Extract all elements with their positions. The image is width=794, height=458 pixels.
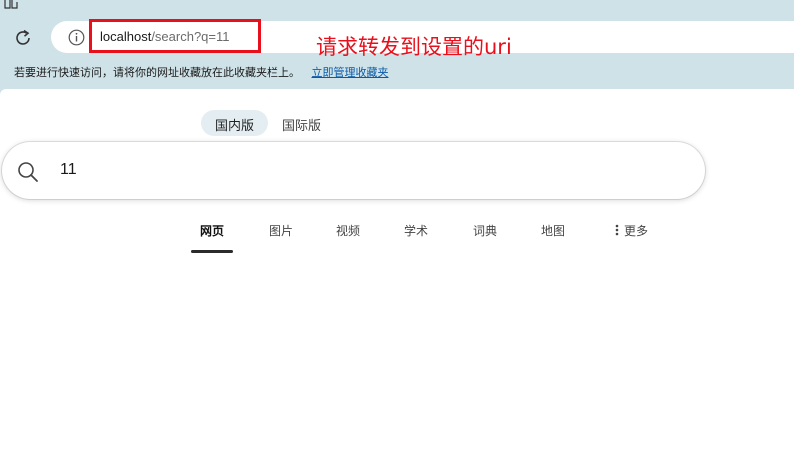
refresh-icon bbox=[16, 29, 30, 45]
tab-academic[interactable]: 学术 bbox=[404, 222, 428, 239]
favorites-bar: 若要进行快速访问，请将你的网址收藏放在此收藏夹栏上。 立即管理收藏夹 bbox=[14, 64, 389, 80]
search-icon[interactable] bbox=[16, 160, 40, 184]
region-tabs: 国内版 国际版 bbox=[201, 110, 335, 136]
active-tab-indicator bbox=[191, 250, 233, 253]
tab-web[interactable]: 网页 bbox=[200, 222, 224, 239]
favorites-bar-message: 若要进行快速访问，请将你的网址收藏放在此收藏夹栏上。 bbox=[14, 66, 300, 79]
manage-favorites-link[interactable]: 立即管理收藏夹 bbox=[312, 66, 389, 79]
url-highlight-box bbox=[89, 19, 261, 53]
page-content: 国内版 国际版 网页 图片 视频 学术 词典 地图 更多 bbox=[0, 89, 794, 458]
info-icon[interactable] bbox=[68, 29, 85, 46]
tab-videos[interactable]: 视频 bbox=[336, 222, 360, 239]
tab-more-label: 更多 bbox=[624, 224, 649, 238]
tab-page-icon bbox=[4, 0, 18, 9]
search-input[interactable] bbox=[60, 158, 660, 182]
tab-maps[interactable]: 地图 bbox=[541, 222, 565, 239]
more-vertical-icon bbox=[615, 224, 619, 236]
region-tab-domestic[interactable]: 国内版 bbox=[201, 110, 269, 136]
annotation-text: 请求转发到设置的uri bbox=[316, 35, 512, 59]
search-box bbox=[2, 142, 705, 199]
tab-images[interactable]: 图片 bbox=[269, 222, 293, 239]
tab-more[interactable]: 更多 bbox=[613, 222, 648, 239]
refresh-button[interactable] bbox=[11, 26, 35, 50]
region-tab-international[interactable]: 国际版 bbox=[268, 110, 335, 136]
nav-tabs: 网页 图片 视频 学术 词典 地图 更多 bbox=[0, 222, 794, 254]
tab-dictionary[interactable]: 词典 bbox=[473, 222, 497, 239]
